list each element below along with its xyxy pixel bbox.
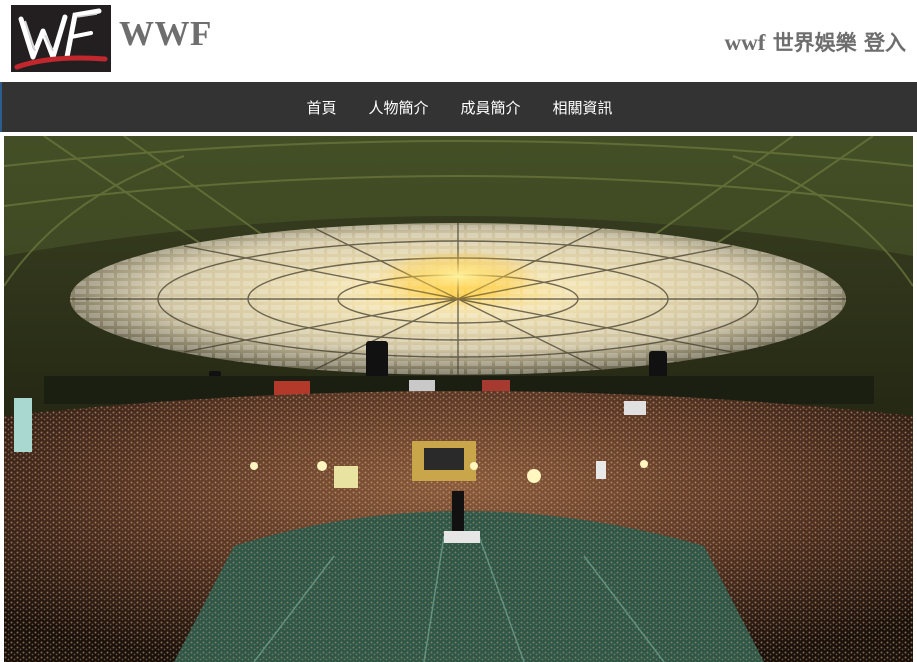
nav-item-profiles[interactable]: 人物簡介 [352,97,444,118]
login-prefix: wwf [724,30,766,55]
wwf-logo-icon [11,5,111,72]
wwf-logo[interactable] [11,5,111,72]
nav-item-related[interactable]: 相關資訊 [537,97,629,118]
login-label: 世界娛樂 登入 [772,31,906,55]
nav-item-home[interactable]: 首頁 [290,97,352,118]
nav-item-members[interactable]: 成員簡介 [445,97,537,118]
site-header: WWF wwf 世界娛樂 登入 [0,0,917,82]
main-nav: 首頁 人物簡介 成員簡介 相關資訊 [0,82,917,132]
hero-image [4,136,913,662]
site-brand: WWF [119,14,212,53]
login-link[interactable]: wwf 世界娛樂 登入 [724,27,906,57]
arena-photo [4,136,913,662]
